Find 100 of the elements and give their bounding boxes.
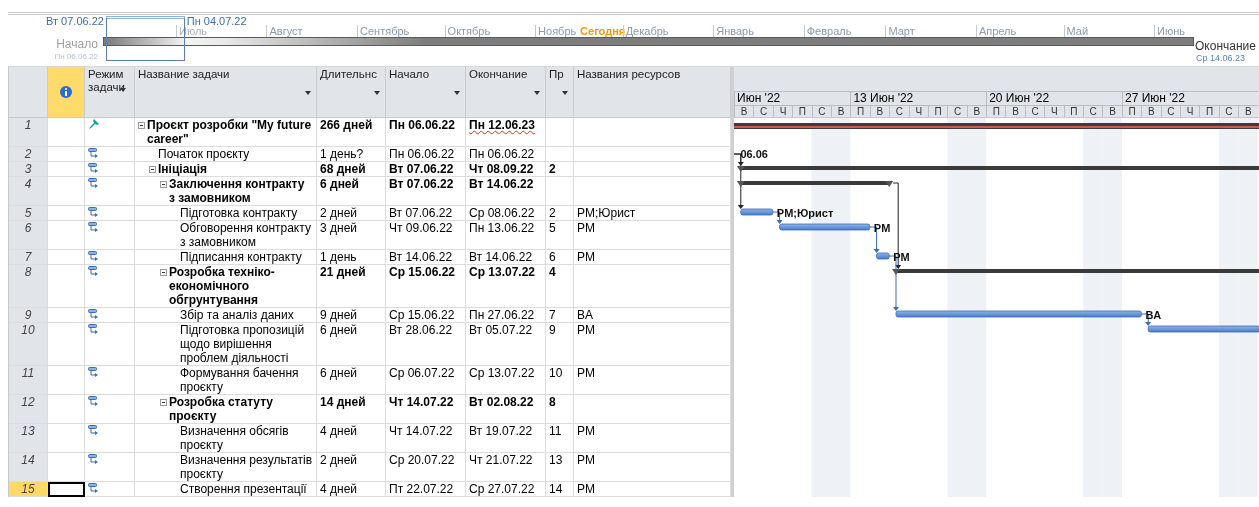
duration: 6 дней	[320, 177, 359, 191]
column-header[interactable]: Режим задачи	[88, 68, 131, 94]
collapse-icon[interactable]	[138, 121, 145, 129]
column-header[interactable]: Длительнс	[320, 68, 377, 81]
duration: 4 дней	[320, 482, 357, 496]
indicator-cell[interactable]	[48, 308, 85, 323]
indicator-cell[interactable]	[48, 250, 85, 265]
row-number[interactable]: 3	[9, 162, 48, 177]
duration: 14 дней	[320, 395, 366, 409]
task-bar[interactable]	[779, 223, 871, 231]
caret-icon[interactable]	[454, 91, 460, 95]
collapse-icon[interactable]	[160, 398, 167, 406]
day-label: С	[1089, 106, 1097, 117]
duration: 2 дней	[320, 206, 357, 220]
resource-names: PM	[577, 250, 595, 264]
task-bar[interactable]	[740, 208, 774, 216]
start-date: Пн 06.06.22	[389, 147, 455, 161]
day-label: С	[1031, 106, 1039, 117]
row-number[interactable]: 12	[9, 395, 48, 424]
row-number[interactable]: 2	[9, 147, 48, 162]
caret-icon[interactable]	[534, 91, 540, 95]
start-date: Пн 06.06.22	[389, 118, 455, 132]
resource-names: PM	[577, 366, 595, 380]
predecessor: 7	[549, 308, 556, 322]
row-number[interactable]: 10	[9, 323, 48, 366]
range-start-date: Вт 07.06.22	[46, 15, 104, 27]
collapse-icon[interactable]	[160, 180, 167, 188]
resource-names: PM	[577, 424, 595, 438]
indicator-cell[interactable]	[48, 177, 85, 206]
row-number[interactable]: 9	[9, 308, 48, 323]
project-summary-bar[interactable]	[734, 123, 1259, 129]
row-number[interactable]: 1	[9, 118, 48, 147]
indicator-cell[interactable]	[48, 453, 85, 482]
column-header[interactable]: Пр	[549, 68, 564, 81]
day-label: С	[1167, 106, 1175, 117]
row-number[interactable]: 7	[9, 250, 48, 265]
resource-names: BA	[577, 308, 593, 322]
month-label: Июнь	[1154, 25, 1185, 37]
summary-bar[interactable]	[736, 181, 894, 187]
indicator-cell[interactable]	[48, 395, 85, 424]
info-icon[interactable]	[60, 86, 72, 98]
bar-label: BA	[1145, 309, 1162, 321]
task-bar[interactable]	[876, 252, 890, 260]
finish-date: Вт 14.06.22	[469, 250, 533, 264]
duration: 266 дней	[320, 118, 373, 132]
indicator-cell[interactable]	[48, 206, 85, 221]
row-number[interactable]: 4	[9, 177, 48, 206]
indicator-cell[interactable]	[48, 366, 85, 395]
indicator-cell[interactable]	[48, 162, 85, 177]
column-header[interactable]: Названия ресурсов	[577, 68, 681, 81]
start-date: Чт 09.06.22	[389, 221, 453, 235]
caret-icon[interactable]	[562, 91, 568, 95]
start-date: Ср 15.06.22	[389, 308, 455, 322]
indicator-cell[interactable]	[48, 147, 85, 162]
column-header[interactable]: Название задачи	[138, 68, 230, 81]
caret-icon[interactable]	[120, 88, 126, 92]
column-header[interactable]: Окончание	[469, 68, 528, 81]
summary-bar[interactable]	[892, 269, 1259, 275]
bar-label: 06.06	[740, 148, 768, 160]
finish-date: Вт 19.07.22	[469, 424, 533, 438]
resource-names: PM;Юрист	[577, 206, 636, 220]
day-label: С	[1225, 106, 1233, 117]
indicator-cell[interactable]	[48, 424, 85, 453]
collapse-icon[interactable]	[149, 165, 156, 173]
predecessor: 5	[549, 221, 556, 235]
day-label: П	[1205, 106, 1214, 117]
task-bar[interactable]	[1147, 325, 1259, 333]
finish-date: Ср 13.07.22	[469, 265, 536, 279]
month-label: Ноябрь	[535, 25, 577, 37]
caret-icon[interactable]	[305, 91, 311, 95]
predecessor: 13	[549, 453, 563, 467]
caret-icon[interactable]	[374, 91, 380, 95]
row-number[interactable]: 13	[9, 424, 48, 453]
row-number[interactable]: 6	[9, 221, 48, 250]
task-name: Формування бачення проєкту	[180, 366, 300, 394]
row-number[interactable]: 11	[9, 366, 48, 395]
predecessor: 10	[549, 366, 563, 380]
duration: 2 дней	[320, 453, 357, 467]
row-number[interactable]: 5	[9, 206, 48, 221]
indicator-cell[interactable]	[48, 221, 85, 250]
column-header[interactable]: Начало	[389, 68, 430, 81]
task-name: Ініціація	[158, 162, 207, 176]
month-label: Август	[266, 25, 303, 37]
indicator-cell[interactable]	[48, 118, 85, 147]
start-date: Вт 28.06.22	[389, 323, 453, 337]
indicator-cell[interactable]	[48, 265, 85, 308]
task-name: Підготовка пропозицій щодо вирішення проблем діяльності	[180, 323, 306, 365]
row-number[interactable]: 15	[9, 482, 48, 497]
indicator-cell[interactable]	[48, 323, 85, 366]
resource-names: PM	[577, 453, 595, 467]
task-bar[interactable]	[895, 310, 1142, 318]
row-number[interactable]: 14	[9, 453, 48, 482]
collapse-icon[interactable]	[160, 268, 167, 276]
row-number[interactable]: 8	[9, 265, 48, 308]
day-label: Ч	[1186, 106, 1194, 117]
task-name: Створення презентації	[180, 482, 307, 496]
summary-bar[interactable]	[736, 166, 1259, 172]
start-label: Начало	[56, 37, 98, 51]
task-name: Обговорення контракту з замовником	[180, 221, 312, 249]
indicator-cell[interactable]	[48, 482, 85, 497]
